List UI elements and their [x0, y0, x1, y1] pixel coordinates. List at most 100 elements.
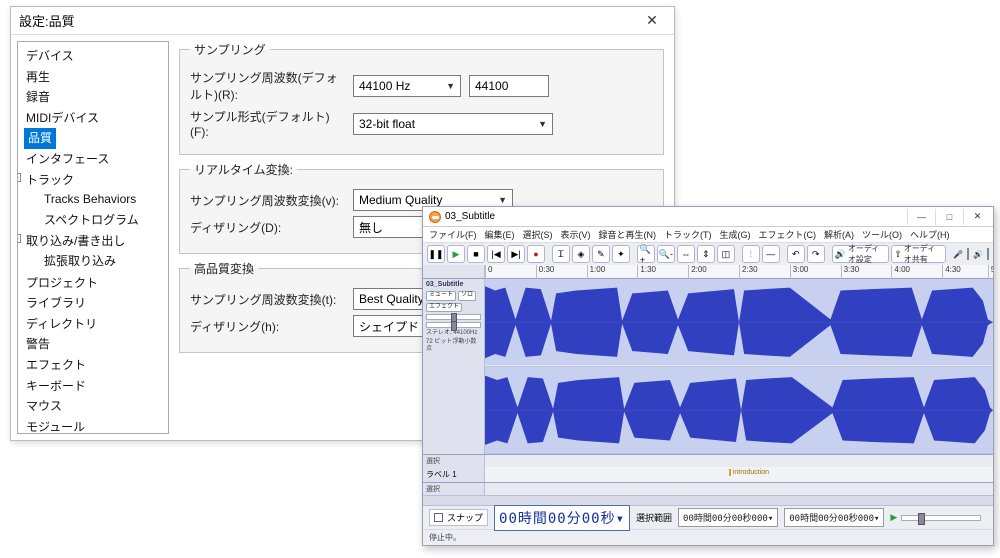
- tree-item-quality[interactable]: 品質: [24, 128, 56, 149]
- pan-slider[interactable]: [426, 322, 481, 328]
- menu-view[interactable]: 表示(V): [561, 228, 591, 241]
- tree-item-spectrogram[interactable]: スペクトログラム: [42, 210, 164, 231]
- tree-item-playback[interactable]: 再生: [24, 67, 166, 88]
- sample-format-combo[interactable]: 32-bit float ▼: [353, 113, 553, 135]
- fit-project-button[interactable]: ⇕: [697, 245, 715, 263]
- selection-end[interactable]: 00時間00分00秒000▾: [784, 508, 884, 527]
- speaker-icon: 🔊: [973, 250, 983, 259]
- pause-button[interactable]: ❚❚: [427, 245, 445, 263]
- minimize-button[interactable]: —: [907, 209, 935, 225]
- tool-selection[interactable]: Ꮖ: [552, 245, 570, 263]
- window-close-button[interactable]: ✕: [963, 209, 991, 225]
- tool-draw[interactable]: ✎: [592, 245, 610, 263]
- silence-button[interactable]: ―: [762, 245, 780, 263]
- zoom-toggle-button[interactable]: ◫: [717, 245, 735, 263]
- redo-button[interactable]: ↷: [807, 245, 825, 263]
- category-tree[interactable]: デバイス 再生 録音 MIDIデバイス 品質 インタフェース − トラック Tr…: [17, 41, 169, 434]
- zoom-toggle-icon: ◫: [722, 249, 731, 260]
- tree-item-devices[interactable]: デバイス: [24, 46, 166, 67]
- playback-meter[interactable]: [987, 248, 989, 260]
- skip-start-icon: |◀: [491, 249, 500, 260]
- maximize-button[interactable]: □: [935, 209, 963, 225]
- close-button[interactable]: ✕: [634, 9, 670, 33]
- record-button[interactable]: ●: [527, 245, 545, 263]
- undo-button[interactable]: ↶: [787, 245, 805, 263]
- stop-icon: ■: [473, 249, 478, 259]
- zoom-out-button[interactable]: 🔍-: [657, 245, 675, 263]
- tree-item-midi[interactable]: MIDIデバイス: [24, 108, 166, 129]
- effect-button[interactable]: エフェクト: [426, 303, 462, 312]
- menu-tools[interactable]: ツール(O): [862, 228, 902, 241]
- fit-selection-button[interactable]: ⇔: [677, 245, 695, 263]
- waveform-area[interactable]: [485, 279, 993, 454]
- menu-transport[interactable]: 録音と再生(N): [599, 228, 657, 241]
- tree-item-mouse[interactable]: マウス: [24, 396, 166, 417]
- track-header[interactable]: 03_Subtitle ミュート ソロ エフェクト ステレオ, 44100Hz …: [423, 279, 485, 454]
- collapse-icon[interactable]: −: [17, 173, 21, 182]
- trim-button[interactable]: ⫶: [742, 245, 760, 263]
- tool-envelope[interactable]: ◈: [572, 245, 590, 263]
- tree-item-ext-import[interactable]: 拡張取り込み: [42, 251, 164, 272]
- audio-track: 03_Subtitle ミュート ソロ エフェクト ステレオ, 44100Hz …: [423, 279, 993, 455]
- tree-item-warning[interactable]: 警告: [24, 334, 166, 355]
- gain-slider[interactable]: [426, 314, 481, 320]
- menu-analyze[interactable]: 解析(A): [824, 228, 854, 241]
- main-time-display[interactable]: 00時間00分00秒▾: [494, 505, 630, 531]
- chevron-down-icon: ▼: [446, 81, 455, 91]
- audio-share-button[interactable]: ⇧ オーディオ共有: [891, 245, 946, 263]
- group-sampling: サンプリング サンプリング周波数(デフォルト)(R): 44100 Hz ▼ 4…: [179, 41, 664, 155]
- menu-help[interactable]: ヘルプ(H): [910, 228, 950, 241]
- skip-end-button[interactable]: ▶|: [507, 245, 525, 263]
- menu-track[interactable]: トラック(T): [664, 228, 712, 241]
- skip-end-icon: ▶|: [511, 249, 520, 260]
- mute-button[interactable]: ミュート: [426, 291, 456, 300]
- tree-item-directory[interactable]: ディレクトリ: [24, 314, 166, 335]
- solo-button[interactable]: ソロ: [458, 291, 476, 300]
- waveform-right: [485, 367, 993, 454]
- tree-item-module[interactable]: モジュール: [24, 417, 166, 434]
- menu-file[interactable]: ファイル(F): [429, 228, 477, 241]
- zoom-in-button[interactable]: 🔍+: [637, 245, 655, 263]
- statusbar: スナップ 00時間00分00秒▾ 選択範囲 00時間00分00秒000▾ 00時…: [423, 505, 993, 545]
- selection-start[interactable]: 00時間00分00秒000▾: [678, 508, 778, 527]
- menu-select[interactable]: 選択(S): [523, 228, 553, 241]
- tree-item-import-export[interactable]: − 取り込み/書き出し 拡張取り込み: [24, 231, 166, 272]
- sample-rate-combo[interactable]: 44100 Hz ▼: [353, 75, 461, 97]
- status-text: 停止中。: [429, 532, 461, 543]
- stop-button[interactable]: ■: [467, 245, 485, 263]
- zoom-slider[interactable]: [901, 515, 981, 521]
- mic-icon: 🎤: [953, 250, 963, 259]
- tool-multi[interactable]: ✦: [612, 245, 630, 263]
- record-icon: ●: [533, 249, 538, 259]
- tree-item-project[interactable]: プロジェクト: [24, 273, 166, 294]
- tree-item-interface[interactable]: インタフェース: [24, 149, 166, 170]
- record-meter[interactable]: [967, 248, 969, 260]
- play-indicator-icon: ▶: [890, 512, 897, 523]
- audio-setup-button[interactable]: 🔊 オーディオ設定: [832, 245, 890, 263]
- play-button[interactable]: ▶: [447, 245, 465, 263]
- skip-start-button[interactable]: |◀: [487, 245, 505, 263]
- menu-edit[interactable]: 編集(E): [485, 228, 515, 241]
- sample-format-label: サンプル形式(デフォルト)(F):: [190, 108, 345, 139]
- tree-item-tracks-behaviors[interactable]: Tracks Behaviors: [42, 189, 164, 210]
- app-icon: [429, 211, 441, 223]
- menu-generate[interactable]: 生成(G): [720, 228, 751, 241]
- h-scrollbar[interactable]: [423, 495, 993, 505]
- label-track-name[interactable]: ラベル 1: [423, 467, 485, 482]
- tree-item-effect[interactable]: エフェクト: [24, 355, 166, 376]
- menubar: ファイル(F) 編集(E) 選択(S) 表示(V) 録音と再生(N) トラック(…: [423, 227, 993, 243]
- tree-item-keyboard[interactable]: キーボード: [24, 376, 166, 397]
- collapse-icon[interactable]: −: [17, 234, 21, 243]
- tree-item-tracks[interactable]: − トラック Tracks Behaviors スペクトログラム: [24, 170, 166, 232]
- sample-rate-input[interactable]: 44100: [469, 75, 549, 97]
- tree-item-library[interactable]: ライブラリ: [24, 293, 166, 314]
- menu-effect[interactable]: エフェクト(C): [759, 228, 817, 241]
- chevron-down-icon: ▼: [498, 195, 507, 205]
- tree-item-recording[interactable]: 録音: [24, 87, 166, 108]
- snap-toggle[interactable]: スナップ: [429, 509, 488, 526]
- timeline-ruler[interactable]: 0 0:30 1:00 1:30 2:00 2:30 3:00 3:30 4:0…: [423, 265, 993, 279]
- label-marker[interactable]: introduction: [729, 469, 771, 476]
- label-track-body[interactable]: introduction: [485, 467, 993, 482]
- select-indicator-2: 選択: [423, 483, 993, 495]
- content-area: 0 0:30 1:00 1:30 2:00 2:30 3:00 3:30 4:0…: [423, 265, 993, 505]
